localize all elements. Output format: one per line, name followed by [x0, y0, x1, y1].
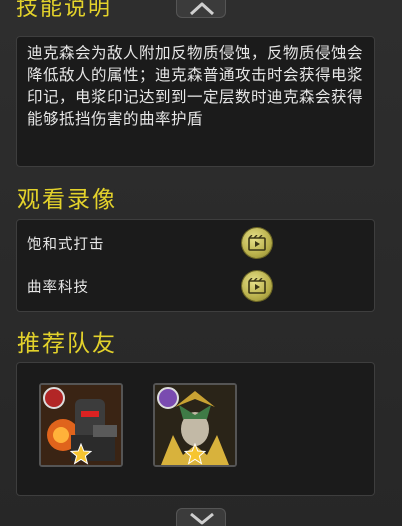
- crimson-gear-emblem-icon: [43, 387, 65, 409]
- chevron-up-icon: [189, 2, 215, 16]
- scroll-down-tab[interactable]: [176, 508, 226, 526]
- film-play-icon: [248, 278, 266, 294]
- star-rating-icon: [70, 443, 92, 465]
- film-play-icon: [248, 235, 266, 251]
- play-video-button[interactable]: [242, 228, 272, 258]
- violet-crest-emblem-icon: [157, 387, 179, 409]
- skill-description-text: 迪克森会为敌人附加反物质侵蚀，反物质侵蚀会降低敌人的属性；迪克森普通攻击时会获得…: [27, 44, 364, 128]
- replay-item-label: 曲率科技: [27, 280, 89, 296]
- skill-description-panel: 迪克森会为敌人附加反物质侵蚀，反物质侵蚀会降低敌人的属性；迪克森普通攻击时会获得…: [16, 36, 375, 167]
- skill-section-title: 技能说明: [16, 0, 126, 22]
- recommended-teammates-panel: [16, 362, 375, 496]
- star-rating-icon: [184, 443, 206, 465]
- chevron-down-icon: [190, 512, 214, 525]
- recommended-teammates-title: 推荐队友: [17, 331, 117, 357]
- watch-replay-title: 观看录像: [17, 187, 117, 213]
- replay-item-label: 饱和式打击: [27, 237, 105, 253]
- scroll-up-tab[interactable]: [176, 0, 226, 18]
- replay-item-2[interactable]: 曲率科技: [17, 265, 374, 305]
- popup-frame: 技能说明 迪克森会为敌人附加反物质侵蚀，反物质侵蚀会降低敌人的属性；迪克森普通攻…: [0, 0, 402, 526]
- skill-section-title-text: 技能说明: [16, 0, 113, 21]
- teammate-card-1[interactable]: [39, 383, 123, 467]
- teammate-card-2[interactable]: [153, 383, 237, 467]
- replay-list: 饱和式打击 曲率科技: [16, 219, 375, 312]
- replay-item-1[interactable]: 饱和式打击: [17, 222, 374, 262]
- play-video-button[interactable]: [242, 271, 272, 301]
